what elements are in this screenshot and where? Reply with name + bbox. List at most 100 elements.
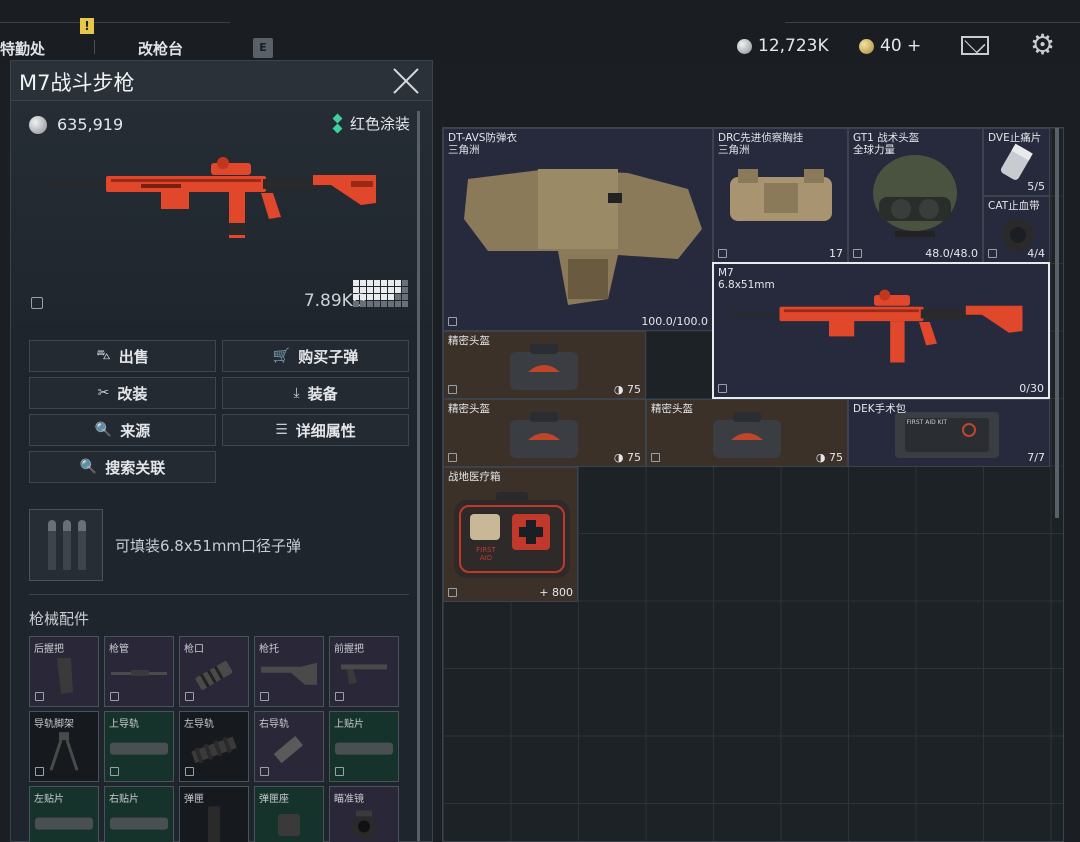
slot-label: 右贴片 (109, 794, 139, 805)
item-body-armor[interactable]: DT-AVS防弹衣 三角洲 100.0/100.0 (443, 128, 713, 331)
sell-button[interactable]: ⛍ 出售 (29, 340, 216, 372)
attachment-slot-barrel[interactable]: 枪管 (104, 636, 174, 707)
panel-icon (335, 742, 393, 755)
attachment-slot-mag-well[interactable]: 弹匣座 (254, 786, 324, 842)
tab-special-ops[interactable]: 特勤处 (0, 38, 45, 59)
details-button[interactable]: ☰ 详细属性 (222, 414, 409, 446)
item-precision-helmet[interactable]: 精密头盔 ◑ 75 (646, 399, 848, 467)
magwell-icon (278, 813, 300, 836)
tag-icon (988, 249, 997, 258)
slot-label: 前握把 (334, 644, 364, 655)
attachment-slot-left-panel[interactable]: 左贴片 (29, 786, 99, 842)
bipod-icon (49, 731, 79, 771)
tag-icon (110, 767, 119, 776)
slot-label: 弹匣座 (259, 794, 289, 805)
foregrip-icon (341, 663, 387, 684)
item-helmet[interactable]: GT1 战术头盔 全球力量 48.0/48.0 (848, 128, 983, 263)
tag-icon (448, 453, 457, 462)
attachment-slot-stock[interactable]: 枪托 (254, 636, 324, 707)
uses: 5/5 (1027, 180, 1045, 193)
barrel-icon (111, 669, 167, 676)
durability: 100.0/100.0 (641, 315, 708, 328)
slot-label: 左导轨 (184, 719, 214, 730)
attachment-slot-magazine[interactable]: 弹匣 (179, 786, 249, 842)
slot-label: 上贴片 (334, 719, 364, 730)
slot-label: 上导轨 (109, 719, 139, 730)
close-icon[interactable] (391, 67, 421, 97)
rail-cover-icon (110, 742, 168, 755)
tag-icon (448, 588, 457, 597)
equip-button[interactable]: ⤓ 装备 (222, 377, 409, 409)
list-icon: ☰ (275, 422, 288, 438)
tag-icon (853, 249, 862, 258)
price-value: 635,919 (57, 115, 124, 134)
helmet-image (873, 155, 957, 237)
wrench-icon: ✂ (97, 385, 110, 401)
item-precision-helmet[interactable]: 精密头盔 ◑ 75 (443, 331, 646, 399)
skin-label: 红色涂装 (334, 113, 410, 134)
item-name: 精密头盔 (651, 403, 693, 415)
search-icon: 🔍 (79, 459, 98, 475)
armor-image (464, 169, 702, 305)
silver-coin-icon (737, 38, 752, 54)
attachment-slot-bipod[interactable]: 导轨脚架 (29, 711, 99, 782)
attachment-slot-muzzle[interactable]: 枪口 (179, 636, 249, 707)
attachment-slot-scope[interactable]: 瞄准镜 (329, 786, 399, 842)
inventory-scrollbar[interactable] (1055, 128, 1059, 518)
mail-icon[interactable] (961, 36, 989, 55)
action-buttons: ⛍ 出售 🛒 购买子弹 ✂ 改装 ⤓ 装备 🔍 来源 ☰ 详细属性 🔍 搜索关联 (29, 340, 409, 483)
item-painkillers[interactable]: DVE止痛片 5/5 (983, 128, 1050, 196)
gold-currency[interactable]: 40 + (859, 36, 921, 56)
source-button[interactable]: 🔍 来源 (29, 414, 216, 446)
attachment-slot-right-rail[interactable]: 右导轨 (254, 711, 324, 782)
attachment-slot-left-rail[interactable]: 左导轨 (179, 711, 249, 782)
skin-name: 红色涂装 (349, 115, 410, 133)
tab-gunsmith[interactable]: 改枪台 (138, 38, 183, 59)
top-divider (0, 22, 230, 23)
item-surgery-kit[interactable]: FIRST AID KIT DEK手术包 7/7 (848, 399, 1050, 467)
item-name: 精密头盔 (448, 403, 490, 415)
attachment-slot-foregrip[interactable]: 前握把 (329, 636, 399, 707)
gear-icon[interactable]: ⚙ (1030, 30, 1055, 60)
attachment-slot-top-rail[interactable]: 上导轨 (104, 711, 174, 782)
attachment-slot-rear-grip[interactable]: 后握把 (29, 636, 99, 707)
item-name: M7 6.8x51mm (718, 267, 775, 291)
medkit-image: FIRST AID (454, 492, 570, 578)
case-image (713, 412, 781, 458)
button-label: 详细属性 (295, 421, 356, 440)
modify-button[interactable]: ✂ 改装 (29, 377, 216, 409)
tag-icon (718, 249, 727, 258)
attachment-slot-top-panel[interactable]: 上贴片 (329, 711, 399, 782)
item-m7-rifle[interactable]: M7 6.8x51mm 0/30 (712, 262, 1050, 399)
divider (29, 594, 409, 595)
armor-class: ◑ 75 (613, 383, 641, 396)
item-tourniquet[interactable]: CAT止血带 4/4 (983, 196, 1050, 263)
panel-scrollbar[interactable] (417, 111, 420, 841)
item-name: 战地医疗箱 (448, 471, 501, 483)
uses: 4/4 (1027, 247, 1045, 260)
tag-icon (31, 297, 43, 309)
tag-icon (110, 692, 119, 701)
button-label: 改装 (117, 384, 148, 403)
button-label: 搜索关联 (105, 458, 166, 477)
slot-label: 左贴片 (34, 794, 64, 805)
slot-label: 弹匣 (184, 794, 204, 805)
item-precision-helmet[interactable]: 精密头盔 ◑ 75 (443, 399, 646, 467)
tag-icon (260, 767, 269, 776)
top-bar: ! 特勤处 改枪台 E 12,723K 40 + ⚙ (0, 0, 1080, 62)
capacity: 17 (829, 247, 843, 260)
buy-ammo-button[interactable]: 🛒 购买子弹 (222, 340, 409, 372)
item-chest-rig[interactable]: DRC先进侦察胸挂 三角洲 17 (713, 128, 848, 263)
slot-label: 右导轨 (259, 719, 289, 730)
item-size-grid (353, 280, 408, 307)
slot-label: 导轨脚架 (34, 719, 74, 730)
tag-icon (335, 692, 344, 701)
keybind-hint: E (253, 38, 273, 58)
item-name: CAT止血带 (988, 200, 1040, 212)
search-related-button[interactable]: 🔍 搜索关联 (29, 451, 216, 483)
rail-icon (273, 735, 303, 763)
item-price: 635,919 (29, 115, 123, 134)
attachment-slot-right-panel[interactable]: 右贴片 (104, 786, 174, 842)
slot-label: 枪口 (184, 644, 204, 655)
item-field-medkit[interactable]: FIRST AID 战地医疗箱 + 800 (443, 467, 578, 602)
